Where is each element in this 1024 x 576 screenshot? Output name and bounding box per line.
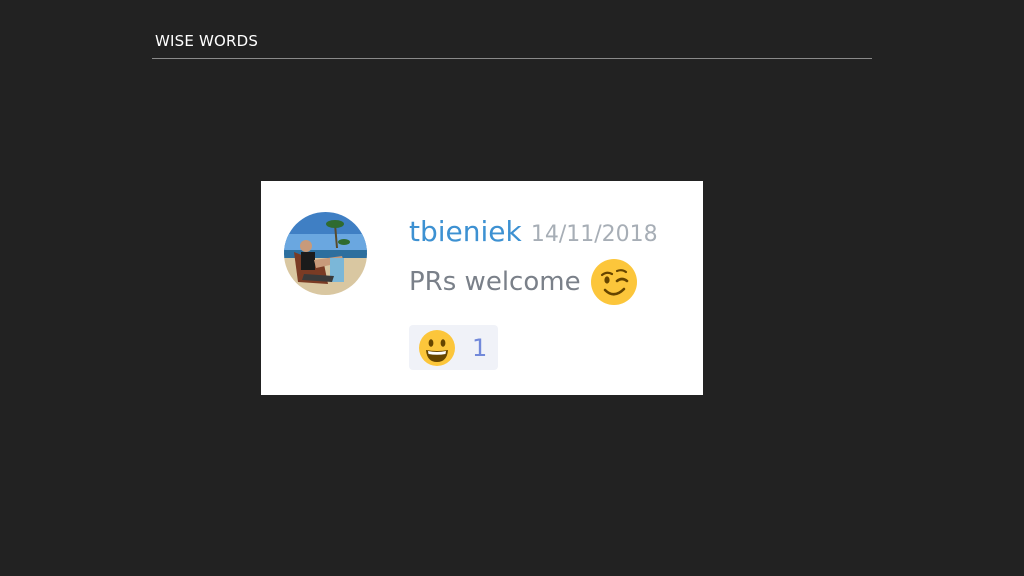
- username[interactable]: tbieniek: [409, 215, 522, 248]
- reaction-count: 1: [472, 333, 488, 362]
- slide-title: WISE WORDS: [155, 32, 259, 50]
- chat-message-card: tbieniek 14/11/2018 PRs welcome 1: [261, 181, 703, 395]
- smiling-face-icon: [419, 329, 455, 366]
- title-divider: [152, 58, 872, 59]
- avatar-photo: [284, 212, 367, 295]
- timestamp: 14/11/2018: [530, 222, 658, 247]
- message-text: PRs welcome: [409, 267, 581, 297]
- message-content: PRs welcome: [409, 259, 637, 305]
- winking-face-icon: [590, 259, 637, 305]
- avatar[interactable]: [284, 212, 367, 295]
- message-header: tbieniek 14/11/2018: [409, 214, 658, 254]
- reaction-button[interactable]: 1: [409, 325, 498, 370]
